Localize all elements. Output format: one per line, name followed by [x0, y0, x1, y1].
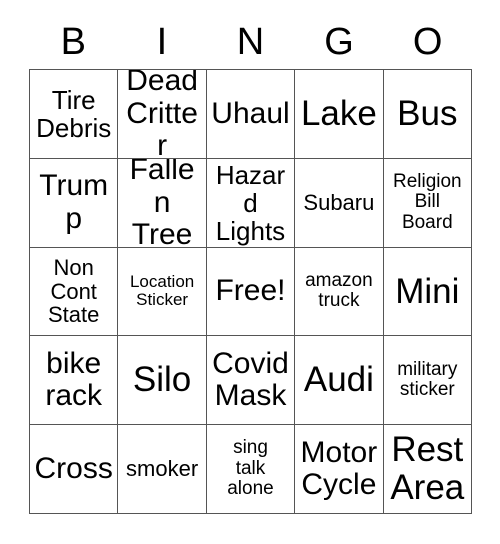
- bingo-cell[interactable]: Location Sticker: [118, 247, 207, 337]
- bingo-cell-label: Non Cont State: [48, 254, 100, 328]
- bingo-cell[interactable]: Audi: [295, 336, 384, 426]
- bingo-cell-label: Fallen Tree: [129, 158, 195, 248]
- bingo-header-letter-o: O: [412, 20, 443, 63]
- bingo-cell-label: Religion Bill Board: [392, 170, 462, 233]
- bingo-cell-label: Motor Cycle: [300, 435, 378, 502]
- bingo-header-letter-g: G: [324, 20, 354, 63]
- bingo-cell[interactable]: Motor Cycle: [295, 425, 384, 514]
- bingo-cell[interactable]: Tire Debris: [30, 70, 119, 159]
- bingo-cell-label: Trump: [39, 169, 109, 235]
- bingo-cell-label: Lake: [300, 94, 377, 133]
- bingo-header-letter-n: N: [236, 20, 265, 63]
- bingo-cell[interactable]: Mini: [383, 247, 472, 337]
- bingo-cell[interactable]: Silo: [118, 336, 207, 426]
- bingo-cell-label: military sticker: [397, 358, 458, 401]
- bingo-cell-label: Uhaul: [211, 96, 290, 130]
- bingo-cell-label: Hazard Lights: [215, 159, 286, 246]
- bingo-cell-label: Mini: [395, 271, 460, 311]
- bingo-cell-label: Rest Area: [390, 430, 465, 508]
- bingo-grid: Tire Debris Dead Critter Uhaul Lake Bus Trump…: [29, 69, 472, 514]
- bingo-cell[interactable]: amazon truck: [295, 247, 384, 337]
- bingo-cell[interactable]: military sticker: [383, 336, 472, 426]
- bingo-cell[interactable]: bike rack: [30, 336, 119, 426]
- bingo-header-letter-b: B: [60, 20, 86, 63]
- bingo-cell-label: Free!: [215, 274, 286, 308]
- bingo-cell[interactable]: Hazard Lights: [206, 158, 296, 248]
- bingo-card: B I N G O Tire Debris Dead Critter Uhaul La…: [0, 0, 500, 544]
- bingo-cell[interactable]: Non Cont State: [30, 247, 119, 337]
- bingo-cell-label: Bus: [397, 94, 458, 133]
- bingo-cell[interactable]: Trump: [30, 158, 119, 248]
- bingo-cell[interactable]: Bus: [383, 70, 472, 159]
- bingo-cell[interactable]: sing talk alone: [206, 425, 296, 514]
- bingo-cell-label: Covid Mask: [212, 346, 289, 413]
- bingo-cell[interactable]: Rest Area: [383, 425, 472, 514]
- bingo-cell[interactable]: Covid Mask: [206, 336, 296, 426]
- bingo-cell[interactable]: Fallen Tree: [118, 158, 207, 248]
- bingo-cell-label: Audi: [303, 360, 374, 400]
- bingo-cell[interactable]: Religion Bill Board: [383, 158, 472, 248]
- bingo-cell[interactable]: smoker: [118, 425, 207, 514]
- bingo-cell-label: bike rack: [45, 346, 103, 413]
- bingo-cell-label: Subaru: [303, 189, 375, 215]
- bingo-cell-label: Tire Debris: [36, 84, 112, 143]
- bingo-cell-label: Location Sticker: [129, 272, 195, 310]
- bingo-cell-label: smoker: [126, 456, 199, 482]
- bingo-cell[interactable]: Dead Critter: [118, 70, 207, 159]
- bingo-header-letter-i: I: [156, 20, 168, 63]
- bingo-cell-label: Dead Critter: [126, 70, 198, 159]
- bingo-cell[interactable]: Free!: [206, 247, 296, 337]
- bingo-cell-label: sing talk alone: [227, 437, 274, 500]
- bingo-cell[interactable]: Cross: [30, 425, 119, 514]
- bingo-cell[interactable]: Subaru: [295, 158, 384, 248]
- bingo-cell-label: Cross: [34, 451, 113, 485]
- bingo-header-row: B I N G O: [29, 14, 472, 69]
- bingo-cell-label: amazon truck: [305, 269, 373, 312]
- bingo-cell[interactable]: Lake: [295, 70, 384, 159]
- bingo-cell[interactable]: Uhaul: [206, 70, 296, 159]
- bingo-cell-label: Silo: [132, 360, 192, 400]
